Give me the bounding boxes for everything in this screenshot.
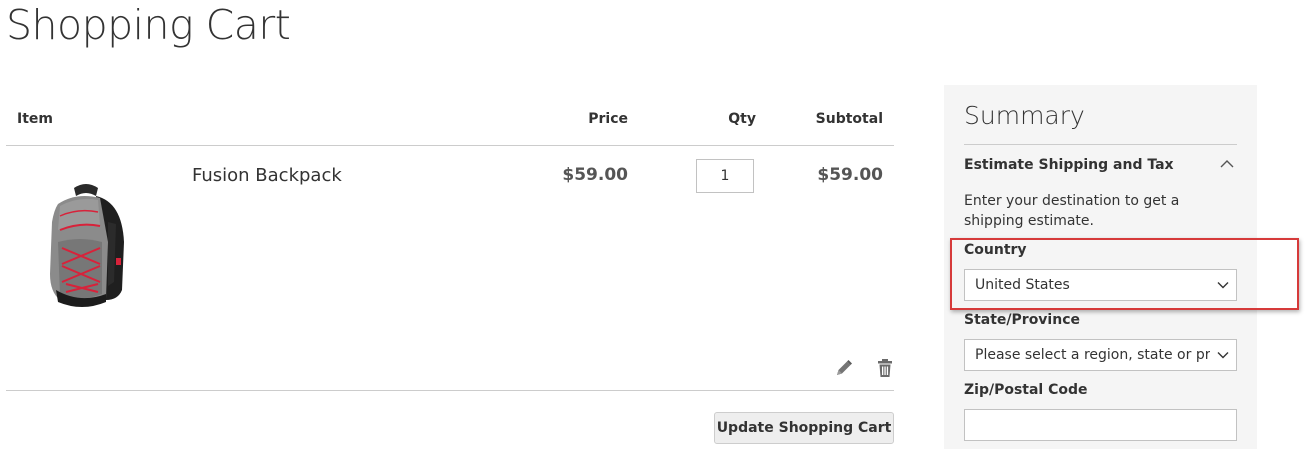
zip-input[interactable]: [964, 409, 1237, 441]
summary-divider: [964, 144, 1237, 145]
zip-label: Zip/Postal Code: [964, 382, 1088, 398]
edit-icon[interactable]: [834, 358, 854, 378]
chevron-down-icon: [1217, 352, 1229, 359]
cart-table: Item Price Qty Subtotal Fusion Backpack …: [6, 100, 894, 449]
column-header-subtotal: Subtotal: [815, 111, 883, 127]
column-header-item: Item: [17, 111, 53, 127]
table-divider: [6, 390, 894, 391]
product-name-link[interactable]: Fusion Backpack: [192, 165, 342, 186]
estimate-shipping-toggle[interactable]: Estimate Shipping and Tax: [964, 157, 1174, 173]
highlight-box: [950, 238, 1299, 310]
item-price: $59.00: [562, 165, 628, 185]
state-select[interactable]: Please select a region, state or provinc…: [964, 339, 1237, 371]
trash-icon[interactable]: [875, 358, 895, 378]
estimate-description: Enter your destination to get a shipping…: [964, 193, 1180, 229]
qty-input[interactable]: [696, 159, 754, 193]
summary-title: Summary: [964, 101, 1085, 130]
table-divider: [6, 145, 894, 146]
page-title: Shopping Cart: [6, 1, 291, 49]
state-label: State/Province: [964, 312, 1080, 328]
update-cart-button[interactable]: Update Shopping Cart: [714, 412, 894, 444]
item-subtotal: $59.00: [817, 165, 883, 185]
chevron-up-icon[interactable]: [1220, 159, 1234, 169]
column-header-price: Price: [588, 111, 628, 127]
column-header-qty: Qty: [728, 111, 756, 127]
state-select-value: Please select a region, state or provinc…: [975, 347, 1210, 363]
product-image[interactable]: [36, 182, 136, 312]
